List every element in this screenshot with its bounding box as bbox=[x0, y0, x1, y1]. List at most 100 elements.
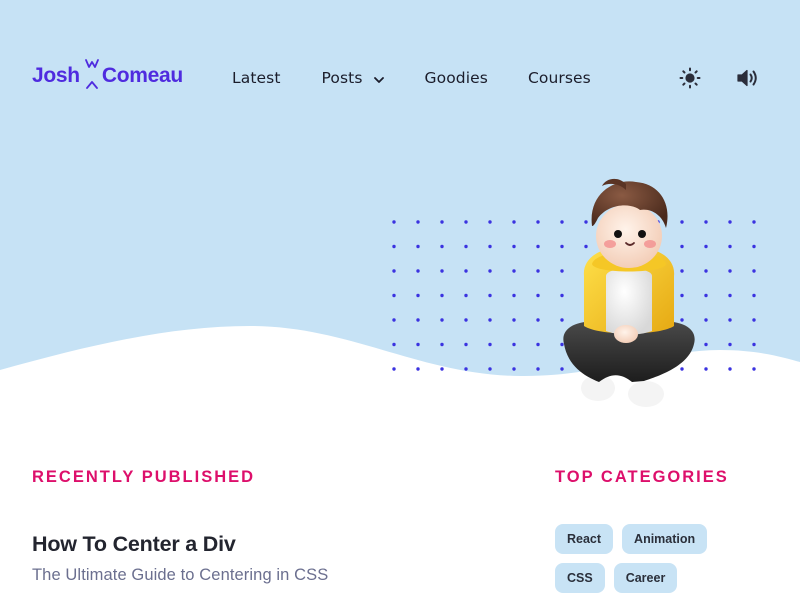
decorative-dot bbox=[440, 269, 444, 273]
decorative-dot bbox=[464, 293, 468, 298]
decorative-dot bbox=[392, 244, 396, 249]
decorative-dot bbox=[416, 318, 420, 322]
decorative-dot bbox=[752, 342, 756, 347]
decorative-dot bbox=[704, 318, 708, 322]
decorative-dot bbox=[512, 269, 516, 273]
decorative-dot bbox=[512, 367, 516, 371]
decorative-dot bbox=[464, 269, 468, 273]
decorative-dot bbox=[704, 269, 708, 273]
speaker-volume-icon[interactable] bbox=[736, 66, 760, 90]
decorative-dot bbox=[416, 293, 420, 298]
decorative-dot bbox=[488, 269, 492, 273]
decorative-dot bbox=[728, 318, 732, 322]
post-subtitle: The Ultimate Guide to Centering in CSS bbox=[32, 566, 329, 584]
post-link[interactable]: How To Center a Div The Ultimate Guide t… bbox=[32, 532, 328, 585]
logo-mark-icon bbox=[84, 58, 100, 94]
decorative-dot bbox=[704, 244, 708, 249]
decorative-dot bbox=[512, 318, 516, 322]
category-row: React Animation bbox=[555, 524, 785, 554]
decorative-dot bbox=[728, 342, 732, 347]
decorative-dot bbox=[752, 367, 756, 371]
decorative-dot bbox=[704, 220, 708, 224]
decorative-dot bbox=[416, 367, 420, 371]
nav-posts-label: Posts bbox=[321, 69, 363, 87]
decorative-dot bbox=[752, 269, 756, 273]
chevron-down-icon bbox=[373, 72, 385, 84]
decorative-dot bbox=[536, 318, 540, 322]
decorative-dot bbox=[440, 367, 444, 371]
decorative-dot bbox=[392, 318, 396, 322]
character-illustration bbox=[554, 176, 704, 416]
decorative-dot bbox=[488, 342, 492, 347]
decorative-dot bbox=[416, 244, 420, 249]
decorative-dot bbox=[728, 244, 732, 249]
decorative-dot bbox=[704, 342, 708, 347]
decorative-dot bbox=[392, 367, 396, 371]
decorative-dot bbox=[416, 220, 420, 224]
decorative-dot bbox=[512, 220, 516, 224]
top-categories-heading: TOP CATEGORIES bbox=[555, 468, 729, 486]
site-header: Josh Comeau Latest Posts Goodies Courses bbox=[0, 0, 800, 150]
decorative-dot bbox=[464, 244, 468, 249]
decorative-dot bbox=[464, 367, 468, 371]
decorative-dot bbox=[416, 269, 420, 273]
decorative-dot bbox=[536, 269, 540, 273]
decorative-dot bbox=[440, 342, 444, 347]
decorative-dot bbox=[728, 293, 732, 298]
nav-goodies[interactable]: Goodies bbox=[425, 66, 488, 90]
decorative-dot bbox=[536, 367, 540, 371]
decorative-dot bbox=[512, 244, 516, 249]
decorative-dot bbox=[752, 244, 756, 249]
sun-icon[interactable] bbox=[678, 66, 702, 90]
decorative-dot bbox=[704, 293, 708, 298]
category-list: React Animation CSS Career bbox=[555, 524, 785, 600]
decorative-dot bbox=[392, 220, 396, 224]
nav-goodies-label: Goodies bbox=[424, 69, 488, 87]
decorative-dot bbox=[464, 220, 468, 224]
decorative-dot bbox=[536, 244, 540, 249]
decorative-dot bbox=[464, 342, 468, 347]
decorative-dot bbox=[392, 293, 396, 298]
decorative-dot bbox=[752, 318, 756, 322]
decorative-dot bbox=[488, 318, 492, 322]
decorative-dot bbox=[488, 220, 492, 224]
decorative-dot bbox=[440, 293, 444, 298]
decorative-dot bbox=[392, 269, 396, 273]
decorative-dot bbox=[488, 244, 492, 249]
decorative-dot bbox=[416, 342, 420, 347]
decorative-dot bbox=[512, 342, 516, 347]
decorative-dot bbox=[704, 367, 708, 371]
category-chip-career[interactable]: Career bbox=[613, 563, 678, 593]
main-nav: Latest Posts Goodies Courses bbox=[232, 66, 591, 90]
decorative-dot bbox=[536, 342, 540, 347]
site-logo[interactable]: Josh Comeau bbox=[32, 58, 183, 94]
category-row: CSS Career bbox=[555, 563, 785, 593]
decorative-dot bbox=[728, 269, 732, 273]
decorative-dot bbox=[752, 220, 756, 224]
decorative-dot bbox=[440, 244, 444, 249]
decorative-dot bbox=[512, 293, 516, 298]
logo-first-name: Josh bbox=[32, 64, 80, 87]
decorative-dot bbox=[464, 318, 468, 322]
post-title: How To Center a Div bbox=[32, 532, 236, 556]
recently-published-heading: RECENTLY PUBLISHED bbox=[32, 468, 256, 486]
decorative-dot bbox=[728, 367, 732, 371]
decorative-dot bbox=[536, 293, 540, 298]
decorative-dot bbox=[728, 220, 732, 224]
nav-posts-dropdown[interactable]: Posts bbox=[322, 66, 385, 90]
decorative-dot bbox=[488, 293, 492, 298]
category-chip-animation[interactable]: Animation bbox=[622, 524, 708, 554]
decorative-dot bbox=[440, 318, 444, 322]
category-chip-css[interactable]: CSS bbox=[555, 563, 605, 593]
decorative-dot bbox=[440, 220, 444, 224]
nav-latest-label: Latest bbox=[232, 69, 281, 87]
category-chip-react[interactable]: React bbox=[555, 524, 614, 554]
decorative-dot bbox=[536, 220, 540, 224]
nav-courses-label: Courses bbox=[527, 69, 591, 87]
decorative-dot bbox=[752, 293, 756, 298]
logo-last-name: Comeau bbox=[101, 64, 183, 87]
decorative-dot bbox=[488, 367, 492, 371]
decorative-dot bbox=[392, 342, 396, 347]
nav-latest[interactable]: Latest bbox=[232, 66, 281, 90]
nav-courses[interactable]: Courses bbox=[528, 66, 591, 90]
